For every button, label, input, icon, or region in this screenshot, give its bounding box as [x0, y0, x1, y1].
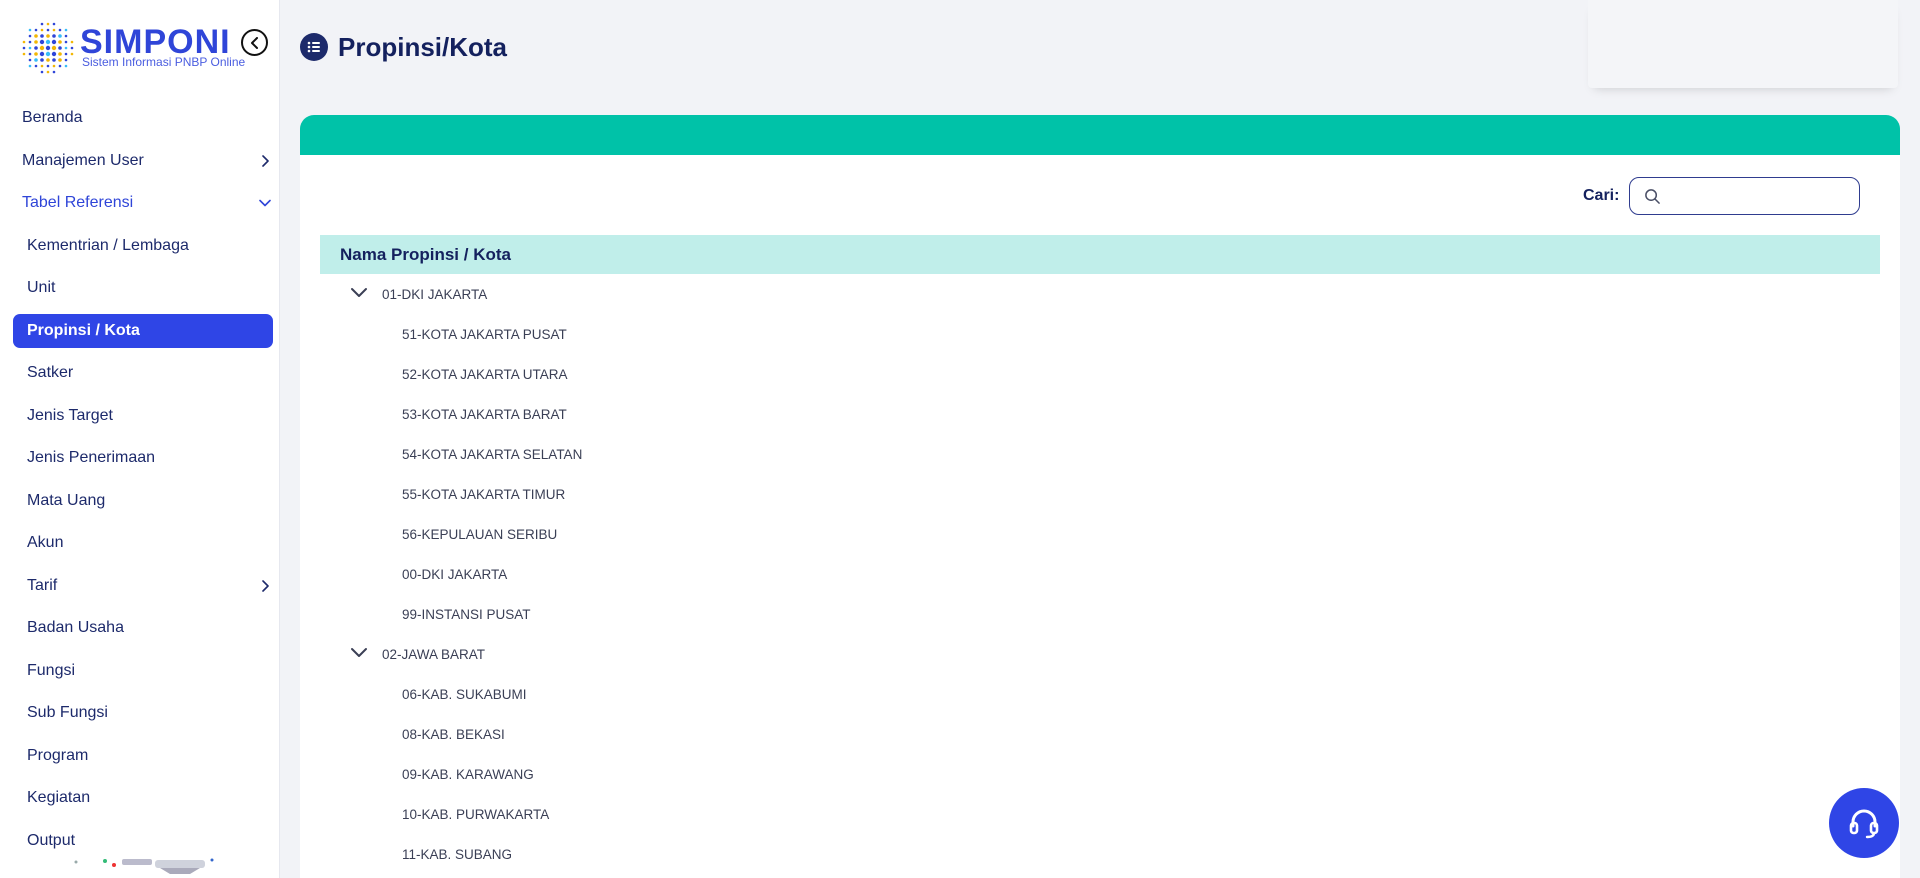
- sidebar-item-satker[interactable]: Satker: [0, 352, 279, 395]
- tree-child-row[interactable]: 53-KOTA JAKARTA BARAT: [320, 394, 1880, 434]
- brand-subtitle: Sistem Informasi PNBP Online: [82, 55, 246, 69]
- tree-child-row[interactable]: 10-KAB. PURWAKARTA: [320, 794, 1880, 834]
- sidebar-item-label: Program: [27, 746, 89, 764]
- header-user-panel: [1588, 0, 1898, 88]
- tree-row-label: 56-KEPULAUAN SERIBU: [402, 526, 558, 542]
- headset-icon: [1849, 809, 1879, 839]
- tree-row-label: 10-KAB. PURWAKARTA: [402, 806, 550, 822]
- sidebar-item-badan-usaha[interactable]: Badan Usaha: [0, 607, 279, 650]
- tree-row-label: 53-KOTA JAKARTA BARAT: [402, 406, 567, 422]
- sidebar-item-label: Kegiatan: [27, 789, 91, 807]
- tree-row-label: 55-KOTA JAKARTA TIMUR: [402, 486, 566, 502]
- sidebar-item-label: Tabel Referensi: [22, 194, 134, 212]
- tree-row-label: 01-DKI JAKARTA: [382, 286, 488, 302]
- sidebar-item-label: Jenis Target: [27, 406, 113, 424]
- sidebar-item-unit[interactable]: Unit: [0, 267, 279, 310]
- sidebar-item-jenis-target[interactable]: Jenis Target: [0, 395, 279, 438]
- sidebar-item-label: Jenis Penerimaan: [27, 449, 156, 467]
- card-top-bar: [300, 115, 1900, 155]
- tree-child-row[interactable]: 00-DKI JAKARTA: [320, 554, 1880, 594]
- sidebar-item-label: Beranda: [22, 109, 83, 127]
- sidebar-item-label: Satker: [27, 364, 74, 382]
- search-label: Cari:: [1583, 187, 1620, 204]
- tree-child-row[interactable]: 06-KAB. SUKABUMI: [320, 674, 1880, 714]
- sidebar-item-label: Kementrian / Lembaga: [27, 236, 189, 254]
- content-card: Cari: Nama Propinsi / Kota 01-DKI JAKART…: [300, 115, 1900, 878]
- decorative-illustration-icon: [74, 858, 214, 874]
- sidebar-item-jenis-penerimaan[interactable]: Jenis Penerimaan: [0, 437, 279, 480]
- tree-child-row[interactable]: 11-KAB. SUBANG: [320, 834, 1880, 874]
- sidebar-item-program[interactable]: Program: [0, 735, 279, 778]
- tree-table: 01-DKI JAKARTA 51-KOTA JAKARTA PUSAT 52-KO…: [320, 274, 1880, 874]
- table-header: Nama Propinsi / Kota: [320, 235, 1880, 274]
- sidebar-item-sub-fungsi[interactable]: Sub Fungsi: [0, 692, 279, 735]
- chevron-down-icon: [258, 196, 272, 210]
- chevron-left-icon: [250, 36, 258, 49]
- search-icon: [1645, 189, 1660, 204]
- sidebar-item-tarif[interactable]: Tarif: [0, 565, 279, 608]
- sidebar-menu: Beranda Manajemen User Tabel Referensi Keme…: [0, 97, 279, 862]
- sidebar: SIMPONI Sistem Informasi PNBP Online Ber…: [0, 0, 280, 878]
- tree-row-label: 54-KOTA JAKARTA SELATAN: [402, 446, 583, 462]
- tree-child-row[interactable]: 55-KOTA JAKARTA TIMUR: [320, 474, 1880, 514]
- sidebar-item-label: Sub Fungsi: [27, 704, 108, 722]
- search-box[interactable]: [1629, 177, 1860, 215]
- sidebar-item-label: Mata Uang: [27, 491, 106, 509]
- sidebar-item-kegiatan[interactable]: Kegiatan: [0, 777, 279, 820]
- tree-child-row[interactable]: 56-KEPULAUAN SERIBU: [320, 514, 1880, 554]
- page-header: Propinsi/Kota: [280, 0, 1920, 94]
- sidebar-item-label: Badan Usaha: [27, 619, 124, 637]
- sidebar-item-label: Tarif: [27, 576, 58, 594]
- sidebar-item-beranda[interactable]: Beranda: [0, 97, 279, 140]
- chevron-right-icon: [258, 579, 272, 593]
- expand-chevron-down-icon[interactable]: [350, 646, 368, 662]
- simponi-logo-icon: [22, 22, 74, 74]
- column-header-nama: Nama Propinsi / Kota: [340, 244, 511, 264]
- sidebar-item-kementrian-lembaga[interactable]: Kementrian / Lembaga: [0, 225, 279, 268]
- tree-child-row[interactable]: 54-KOTA JAKARTA SELATAN: [320, 434, 1880, 474]
- sidebar-item-propinsi-kota[interactable]: Propinsi / Kota: [0, 310, 279, 353]
- sidebar-item-label: Output: [27, 831, 76, 849]
- tree-row-label: 02-JAWA BARAT: [382, 646, 486, 662]
- sidebar-item-akun[interactable]: Akun: [0, 522, 279, 565]
- tree-parent-row[interactable]: 02-JAWA BARAT: [320, 634, 1880, 674]
- sidebar-item-label: Propinsi / Kota: [27, 321, 140, 339]
- sidebar-item-fungsi[interactable]: Fungsi: [0, 650, 279, 693]
- chevron-right-icon: [258, 154, 272, 168]
- tree-row-label: 51-KOTA JAKARTA PUSAT: [402, 326, 567, 342]
- sidebar-item-manajemen-user[interactable]: Manajemen User: [0, 140, 279, 183]
- tree-row-label: 09-KAB. KARAWANG: [402, 766, 534, 782]
- sidebar-item-label: Manajemen User: [22, 151, 144, 169]
- tree-row-label: 06-KAB. SUKABUMI: [402, 686, 527, 702]
- tree-child-row[interactable]: 51-KOTA JAKARTA PUSAT: [320, 314, 1880, 354]
- tree-row-label: 00-DKI JAKARTA: [402, 566, 508, 582]
- sidebar-item-label: Fungsi: [27, 661, 76, 679]
- collapse-sidebar-button[interactable]: [241, 29, 268, 56]
- tree-child-row[interactable]: 08-KAB. BEKASI: [320, 714, 1880, 754]
- expand-chevron-down-icon[interactable]: [350, 286, 368, 302]
- list-icon: [300, 33, 328, 61]
- tree-row-label: 99-INSTANSI PUSAT: [402, 606, 531, 622]
- tree-row-label: 08-KAB. BEKASI: [402, 726, 505, 742]
- help-button[interactable]: [1829, 788, 1899, 858]
- tree-child-row[interactable]: 99-INSTANSI PUSAT: [320, 594, 1880, 634]
- search-input[interactable]: [1670, 178, 1855, 213]
- sidebar-item-mata-uang[interactable]: Mata Uang: [0, 480, 279, 523]
- tree-parent-row[interactable]: 01-DKI JAKARTA: [320, 274, 1880, 314]
- tree-row-label: 11-KAB. SUBANG: [402, 846, 513, 862]
- tree-child-row[interactable]: 09-KAB. KARAWANG: [320, 754, 1880, 794]
- tree-row-label: 52-KOTA JAKARTA UTARA: [402, 366, 568, 382]
- page-title: Propinsi/Kota: [338, 32, 508, 62]
- tree-child-row[interactable]: 52-KOTA JAKARTA UTARA: [320, 354, 1880, 394]
- sidebar-item-label: Akun: [27, 534, 64, 552]
- brand[interactable]: SIMPONI Sistem Informasi PNBP Online: [18, 18, 258, 78]
- sidebar-item-label: Unit: [27, 279, 56, 297]
- sidebar-item-tabel-referensi[interactable]: Tabel Referensi: [0, 182, 279, 225]
